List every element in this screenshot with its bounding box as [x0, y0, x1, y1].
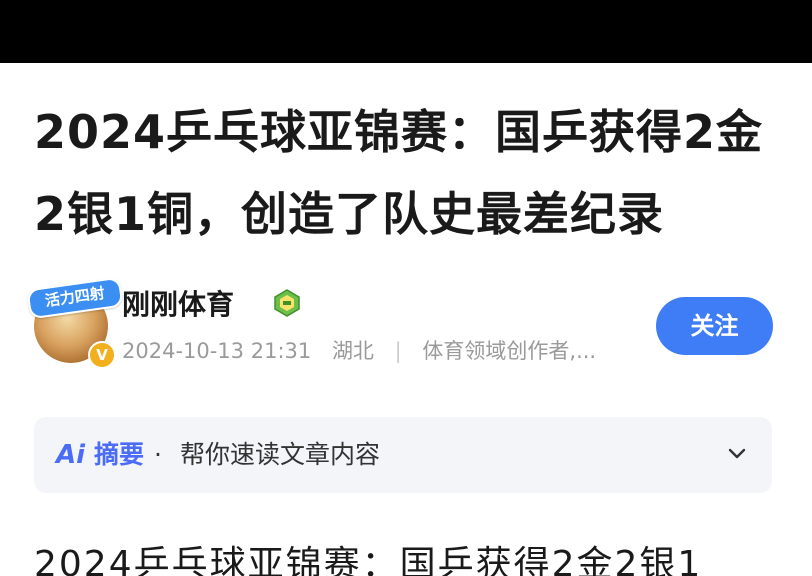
status-bar [0, 0, 812, 63]
author-row: 活力四射 V 刚刚体育 2024-10-13 21:31 湖北 | 体育领域创作… [26, 271, 788, 371]
chevron-down-icon[interactable] [724, 441, 750, 467]
level-badge-icon [274, 289, 300, 317]
author-description: 体育领域创作者,... [422, 339, 597, 363]
ai-icon: Ai [56, 440, 86, 470]
publish-datetime: 2024-10-13 21:31 [122, 339, 312, 363]
follow-button[interactable]: 关注 [656, 297, 773, 355]
summary-description: 帮你速读文章内容 [180, 440, 381, 469]
meta-divider: | [394, 339, 402, 363]
avatar-badge: 活力四射 [26, 276, 124, 320]
author-meta: 2024-10-13 21:31 湖北 | 体育领域创作者,... [122, 335, 610, 365]
verified-icon: V [88, 341, 116, 369]
article-page: 2024乒乓球亚锦赛：国乒获得2金2银1铜，创造了队史最差纪录 活力四射 V 刚… [0, 63, 812, 576]
article-title: 2024乒乓球亚锦赛：国乒获得2金2银1铜，创造了队史最差纪录 [34, 105, 764, 241]
avatar[interactable]: 活力四射 V [26, 276, 124, 369]
summary-label: 摘要 [94, 440, 145, 469]
publish-location: 湖北 [331, 339, 374, 363]
summary-dot: · [154, 440, 162, 469]
article-body-preview: 2024乒乓球亚锦赛：国乒获得2金2银1 [34, 544, 703, 576]
author-name[interactable]: 刚刚体育 [122, 283, 234, 323]
ai-summary-bar[interactable]: Ai 摘要 · 帮你速读文章内容 [34, 417, 772, 493]
